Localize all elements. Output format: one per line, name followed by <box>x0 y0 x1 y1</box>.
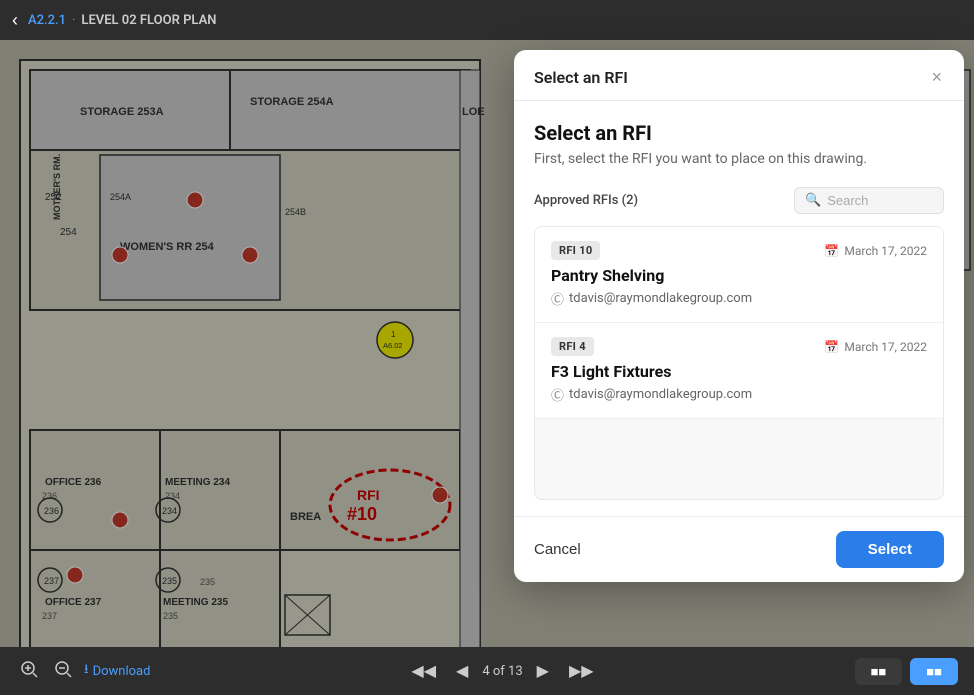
search-box[interactable]: 🔍 <box>794 187 944 214</box>
rfi-item-1[interactable]: RFI 10 📅 March 17, 2022 Pantry Shelving … <box>535 227 943 323</box>
rfi-item-1-header: RFI 10 📅 March 17, 2022 <box>551 241 927 260</box>
rfi-date-text-1: March 17, 2022 <box>844 244 927 258</box>
top-bar: ‹ A2.2.1 · LEVEL 02 FLOOR PLAN <box>0 0 974 40</box>
rfi-list-empty <box>535 419 943 499</box>
rfi-badge-2: RFI 4 <box>551 337 594 356</box>
modal-subtitle: First, select the RFI you want to place … <box>534 151 944 167</box>
rfi-modal: Select an RFI × Select an RFI First, sel… <box>514 50 964 582</box>
rfi-item-2-header: RFI 4 📅 March 17, 2022 <box>551 337 927 356</box>
nav-next-button[interactable]: ▶ <box>531 657 555 685</box>
nav-last-button[interactable]: ▶▶ <box>563 657 600 685</box>
rfi-date-text-2: March 17, 2022 <box>844 340 927 354</box>
breadcrumb-separator: · <box>72 13 75 28</box>
modal-close-button[interactable]: × <box>929 66 944 88</box>
breadcrumb-title: LEVEL 02 FLOOR PLAN <box>81 13 216 28</box>
select-button[interactable]: Select <box>836 531 944 568</box>
search-input[interactable] <box>827 193 933 208</box>
bottom-bar: ⭳ Download ◀◀ ◀ 4 of 13 ▶ ▶▶ ■■ ■■ <box>0 647 974 695</box>
modal-footer: Cancel Select <box>514 516 964 582</box>
cancel-button[interactable]: Cancel <box>534 541 581 558</box>
page-indicator: 4 of 13 <box>482 664 522 679</box>
modal-header: Select an RFI × <box>514 50 964 101</box>
rfi-badge-1: RFI 10 <box>551 241 600 260</box>
back-button[interactable]: ‹ <box>12 10 18 31</box>
nav-first-button[interactable]: ◀◀ <box>405 657 442 685</box>
rfi-user-1: Ⓒ tdavis@raymondlakegroup.com <box>551 289 927 308</box>
breadcrumb-code: A2.2.1 <box>28 13 66 28</box>
modal-body: Select an RFI First, select the RFI you … <box>514 101 964 516</box>
rfi-user-email-2: tdavis@raymondlakegroup.com <box>569 387 752 402</box>
action-button-2[interactable]: ■■ <box>910 658 958 685</box>
search-filter-row: Approved RFIs (2) 🔍 <box>534 187 944 214</box>
zoom-in-button[interactable] <box>16 656 42 687</box>
bottom-right: ■■ ■■ <box>855 658 958 685</box>
search-icon: 🔍 <box>805 193 821 208</box>
bottom-nav: ◀◀ ◀ 4 of 13 ▶ ▶▶ <box>405 657 599 685</box>
modal-header-title: Select an RFI <box>534 68 628 87</box>
rfi-item-2[interactable]: RFI 4 📅 March 17, 2022 F3 Light Fixtures… <box>535 323 943 419</box>
main-area: STORAGE 253A STORAGE 254A WOMEN'S RR 254… <box>0 40 974 695</box>
user-icon-2: Ⓒ <box>551 385 564 404</box>
rfi-title-1: Pantry Shelving <box>551 266 927 285</box>
breadcrumb: A2.2.1 · LEVEL 02 FLOOR PLAN <box>28 13 216 28</box>
calendar-icon-2: 📅 <box>824 340 839 354</box>
calendar-icon-1: 📅 <box>824 244 839 258</box>
action-button-1[interactable]: ■■ <box>855 658 903 685</box>
modal-overlay: Select an RFI × Select an RFI First, sel… <box>0 40 974 695</box>
zoom-out-button[interactable] <box>50 656 76 687</box>
download-link[interactable]: ⭳ Download <box>84 660 150 682</box>
modal-title: Select an RFI <box>534 121 944 145</box>
download-label: Download <box>93 664 151 679</box>
download-arrow-icon: ⭳ <box>84 660 89 682</box>
rfi-user-email-1: tdavis@raymondlakegroup.com <box>569 291 752 306</box>
rfi-title-2: F3 Light Fixtures <box>551 362 927 381</box>
approved-rfis-label: Approved RFIs (2) <box>534 193 638 208</box>
rfi-date-1: 📅 March 17, 2022 <box>824 244 927 258</box>
bottom-left: ⭳ Download <box>16 656 150 687</box>
nav-prev-button[interactable]: ◀ <box>450 657 474 685</box>
rfi-date-2: 📅 March 17, 2022 <box>824 340 927 354</box>
rfi-user-2: Ⓒ tdavis@raymondlakegroup.com <box>551 385 927 404</box>
user-icon-1: Ⓒ <box>551 289 564 308</box>
rfi-list: RFI 10 📅 March 17, 2022 Pantry Shelving … <box>534 226 944 500</box>
